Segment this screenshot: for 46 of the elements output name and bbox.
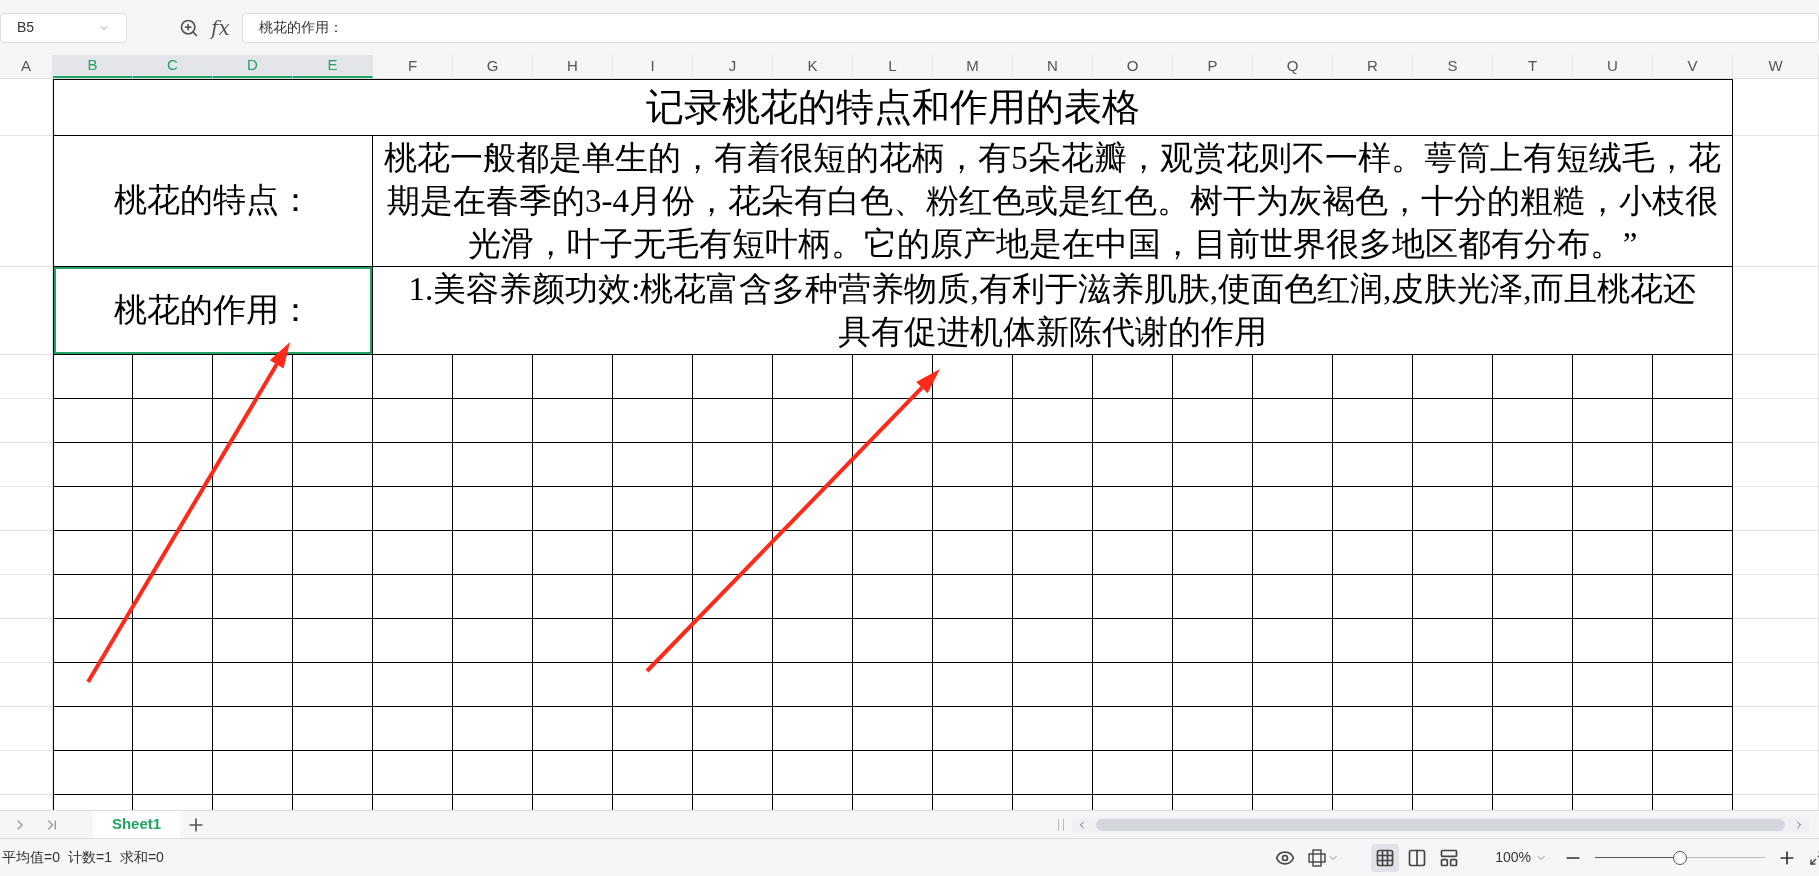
column-header[interactable]: H [533,55,613,78]
column-header[interactable]: F [373,55,453,78]
table-cell [0,487,53,531]
status-text: 平均值=0 [2,848,60,867]
table-cell [0,751,53,795]
column-header[interactable]: T [1493,55,1573,78]
zoom-level[interactable]: 100% [1495,847,1531,868]
table-cell [0,707,53,751]
column-header[interactable]: I [613,55,693,78]
zoom-slider[interactable] [1595,849,1765,866]
table-cell [0,399,53,443]
column-header[interactable]: G [453,55,533,78]
label-cell[interactable]: 桃花的作用： [53,267,373,355]
column-header[interactable]: S [1413,55,1493,78]
title-cell: 记录桃花的特点和作用的表格 [53,79,1733,136]
table-cell [0,355,53,399]
split-handle[interactable] [1058,818,1064,831]
table-cell [0,663,53,707]
status-text: 计数=1 [67,848,112,867]
table-cell [0,575,53,619]
label-cell[interactable]: 桃花的特点： [53,136,373,267]
cross-icon[interactable] [1307,847,1328,868]
text-cell-text: 桃花一般都是单生的，有着很短的花柄，有5朵花瓣，观赏花则不一样。萼筒上有短绒毛，花 期是在春季的3-4月份，花朵有白色、粉红色或是红色。树干为灰褐色，十分的粗糙，小枝很 光滑，叶子无毛有短叶柄。它的原产地是在中国，目前世界很多地区都有分布。” [384,138,1721,264]
column-header[interactable]: Q [1253,55,1333,78]
function-label[interactable]: fx [211,12,230,43]
table-cell [0,619,53,663]
column-header[interactable]: O [1093,55,1173,78]
column-header[interactable]: U [1573,55,1653,78]
column-header[interactable]: L [853,55,933,78]
column-header[interactable]: W [1733,55,1819,78]
table-cell [0,443,53,487]
column-header[interactable]: P [1173,55,1253,78]
column-header[interactable]: R [1333,55,1413,78]
table-cell [0,531,53,575]
formula-field[interactable]: 桃花的作用： [241,12,1819,43]
column-header[interactable]: J [693,55,773,78]
column-header[interactable]: V [1653,55,1733,78]
text-cell-text: 1.美容养颜功效:桃花富含多种营养物质,有利于滋养肌肤,使面色红润,皮肤光泽,而且桃花还 具有促进机体新陈代谢的作用 [408,269,1697,352]
column-header[interactable]: M [933,55,1013,78]
zoom-icon[interactable] [179,17,199,38]
column-header[interactable]: K [773,55,853,78]
name-box[interactable]: B5 [0,12,127,43]
column-header[interactable]: N [1013,55,1093,78]
status-text: 求和=0 [119,848,164,867]
slider-thumb[interactable] [1673,850,1687,865]
view-button[interactable] [1371,843,1400,872]
